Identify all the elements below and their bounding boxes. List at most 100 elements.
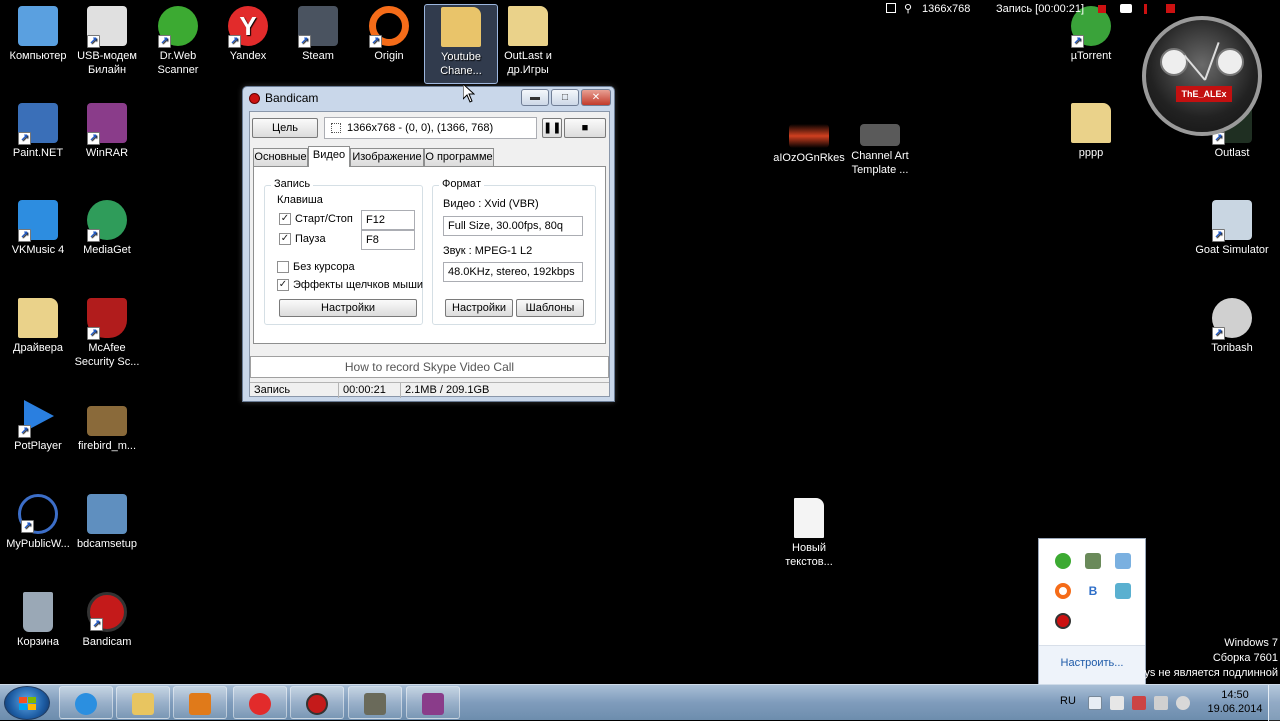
clock-hour-hand [1183, 54, 1206, 81]
start-stop-key-field[interactable]: F12 [361, 210, 415, 230]
bandicam-icon: ↗ [87, 592, 127, 632]
desktop-icon-vkmusic[interactable]: ↗ VKMusic 4 [1, 200, 75, 257]
desktop-icon-drweb[interactable]: ↗ Dr.Web Scanner [141, 6, 215, 77]
desktop-icon-firebird[interactable]: firebird_m... [70, 396, 144, 453]
tab-image[interactable]: Изображение [350, 148, 424, 166]
windows-version: Windows 7 [1224, 637, 1278, 649]
pause-button[interactable]: ❚❚ [542, 118, 562, 138]
taskbar-internet-explorer[interactable] [59, 686, 113, 719]
window-mode-icon [886, 3, 896, 13]
desktop-icon-yandex[interactable]: Y ↗ Yandex [211, 6, 285, 63]
audio-codec-label: Звук : MPEG-1 L2 [443, 245, 533, 257]
video-tab-panel: Запись Клавиша ✓ Старт/Стоп F12 ✓ Пауза … [253, 166, 606, 344]
taskbar-yandex[interactable] [233, 686, 287, 719]
maximize-button[interactable]: □ [551, 89, 579, 106]
monitor-tray-icon[interactable] [1115, 583, 1131, 599]
network-icon[interactable] [1154, 696, 1168, 710]
hide-cursor-checkbox[interactable] [277, 261, 289, 273]
record-group: Запись Клавиша ✓ Старт/Стоп F12 ✓ Пауза … [264, 178, 423, 325]
desktop-icon-channel-art[interactable]: Channel Art Template ... [843, 120, 917, 177]
format-group-title: Формат [439, 178, 485, 190]
pause-key-field[interactable]: F8 [361, 230, 415, 250]
vk-tray-icon[interactable]: B [1085, 583, 1101, 599]
language-indicator[interactable]: RU [1060, 695, 1076, 707]
update-tray-icon[interactable] [1115, 553, 1131, 569]
bandicam-tray-icon[interactable] [1055, 613, 1071, 629]
close-button[interactable]: ✕ [581, 89, 611, 106]
windows-watermark: Windows 7 Сборка 7601 ys не является под… [1144, 636, 1278, 681]
taskbar-media-player[interactable] [173, 686, 227, 719]
format-settings-button[interactable]: Настройки [445, 299, 513, 317]
taskbar-tank-game[interactable] [348, 686, 402, 719]
desktop-icon-bandicam[interactable]: ↗ Bandicam [70, 592, 144, 649]
status-time: 00:00:21 [338, 383, 386, 398]
desktop-icon-drivers[interactable]: Драйвера [1, 298, 75, 355]
bandicam-window[interactable]: Bandicam ▬ □ ✕ Цель 1366x768 - (0, 0), (… [242, 86, 615, 402]
skype-tutorial-link[interactable]: How to record Skype Video Call [250, 356, 609, 378]
start-stop-label: Старт/Стоп [295, 213, 353, 225]
drweb-icon: ↗ [158, 6, 198, 48]
taskbar-clock[interactable]: 14:50 19.06.2014 [1200, 688, 1270, 716]
recycle-bin-icon [23, 592, 53, 632]
desktop-icon-mediaget[interactable]: ↗ MediaGet [70, 200, 144, 257]
taskbar-bandicam[interactable] [290, 686, 344, 719]
clock-brand: ThE_ALEx [1176, 86, 1232, 102]
taskbar-winrar[interactable] [406, 686, 460, 719]
origin-tray-icon[interactable] [1055, 583, 1071, 599]
bandicam-record-icon [249, 93, 260, 104]
desktop-icon-paintnet[interactable]: ↗ Paint.NET [1, 103, 75, 160]
record-group-title: Запись [271, 178, 314, 190]
yandex-icon [249, 693, 271, 715]
desktop-icon-goat-simulator[interactable]: ↗ Goat Simulator [1195, 200, 1269, 257]
volume-icon[interactable] [1176, 696, 1190, 710]
status-size: 2.1MB / 209.1GB [400, 383, 489, 398]
customize-tray-link[interactable]: Настроить... [1039, 645, 1145, 685]
desktop-icon-mypublicwifi[interactable]: ↗ MyPublicW... [1, 494, 75, 551]
minimize-button[interactable]: ▬ [521, 89, 549, 106]
show-desktop-button[interactable] [1268, 685, 1280, 721]
show-hidden-icons-icon[interactable] [1088, 696, 1102, 710]
tab-video[interactable]: Видео [308, 146, 350, 167]
desktop-icon-youtube-folder[interactable]: Youtube Chane... [424, 4, 498, 84]
desktop-icon-audio-file[interactable]: aIOzOGnRkes [772, 120, 846, 165]
desktop-icon-mcafee[interactable]: ↗ McAfee Security Sc... [70, 298, 144, 369]
pause-checkbox[interactable]: ✓ [279, 233, 291, 245]
desktop-icon-steam[interactable]: ↗ Steam [281, 6, 355, 63]
usb-modem-icon: ↗ [87, 6, 127, 48]
mouse-cursor-icon [463, 84, 475, 103]
desktop-icon-new-text[interactable]: Новый текстов... [772, 498, 846, 569]
record-settings-button[interactable]: Настройки [279, 299, 417, 317]
stop-icon [1166, 4, 1175, 13]
click-effects-checkbox[interactable]: ✓ [277, 279, 289, 291]
target-button[interactable]: Цель [252, 118, 318, 138]
security-alert-icon[interactable] [1132, 696, 1146, 710]
recording-overlay: ⚲ 1366x768 Запись [00:00:21] [880, 0, 1180, 18]
winrar-icon [422, 693, 444, 715]
action-center-icon[interactable] [1110, 696, 1124, 710]
drweb-tray-icon[interactable] [1055, 553, 1071, 569]
desktop-icon-outlast-folder[interactable]: OutLast и др.Игры [491, 6, 565, 77]
bandicam-title: Bandicam [265, 91, 319, 105]
taskbar-explorer[interactable] [116, 686, 170, 719]
desktop-icon-winrar[interactable]: ↗ WinRAR [70, 103, 144, 160]
desktop-icon-origin[interactable]: ↗ Origin [352, 6, 426, 63]
start-button[interactable] [4, 686, 50, 720]
desktop-icon-potplayer[interactable]: ↗ PotPlayer [1, 396, 75, 453]
desktop-icon-recycle-bin[interactable]: Корзина [1, 592, 75, 649]
desktop-icon-toribash[interactable]: ↗ Toribash [1195, 298, 1269, 355]
desktop-icon-computer[interactable]: Компьютер [1, 6, 75, 63]
format-group: Формат Видео : Xvid (VBR) Full Size, 30.… [432, 178, 596, 325]
clock-gadget[interactable]: ThE_ALEx [1142, 16, 1262, 136]
overlay-recording-time: Запись [00:00:21] [996, 3, 1085, 15]
taskbar-date: 19.06.2014 [1207, 703, 1263, 715]
start-stop-checkbox[interactable]: ✓ [279, 213, 291, 225]
desktop-icon-usb-modem[interactable]: ↗ USB-модем Билайн [70, 6, 144, 77]
presets-button[interactable]: Шаблоны [516, 299, 584, 317]
stop-button[interactable]: ■ [564, 118, 606, 138]
tab-about[interactable]: О программе [424, 148, 494, 166]
tab-general[interactable]: Основные [253, 148, 308, 166]
desktop-icon-pppp[interactable]: pppp [1054, 103, 1128, 160]
installer-icon [87, 494, 127, 534]
network-tray-icon[interactable] [1085, 553, 1101, 569]
desktop-icon-bdcamsetup[interactable]: bdcamsetup [70, 494, 144, 551]
